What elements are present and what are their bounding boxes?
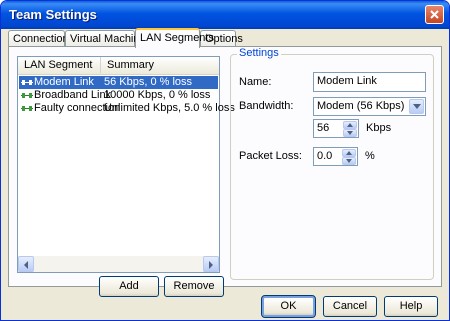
team-settings-dialog: Team Settings Connections Virtual Machin… [0, 0, 450, 321]
chevron-down-icon [346, 159, 352, 163]
segment-summary: 56 Kbps, 0 % loss [104, 76, 193, 88]
bandwidth-value: 56 [317, 122, 330, 134]
network-link-icon [21, 80, 33, 85]
list-item[interactable]: Modem Link 56 Kbps, 0 % loss [19, 76, 218, 89]
list-item[interactable]: Faulty connection Unlimited Kbps, 5.0 % … [19, 102, 235, 115]
packet-loss-value: 0.0 [317, 150, 333, 162]
chevron-right-icon [209, 261, 213, 269]
bandwidth-dropdown-button[interactable] [409, 99, 424, 114]
settings-group: Settings Name: Modem Link Bandwidth: Mod… [230, 47, 434, 280]
name-label: Name: [239, 76, 272, 88]
window-title: Team Settings [9, 7, 97, 22]
network-link-icon [21, 93, 33, 98]
close-icon [430, 10, 439, 19]
segment-summary: 10000 Kbps, 0 % loss [104, 89, 211, 101]
chevron-up-icon [346, 151, 352, 155]
network-link-icon [21, 106, 33, 111]
bandwidth-dropdown[interactable]: Modem (56 Kbps) [313, 97, 426, 116]
horizontal-scrollbar[interactable] [18, 256, 219, 272]
segment-name: Modem Link [34, 76, 94, 88]
tab-label: LAN Segments [140, 32, 214, 44]
cancel-button[interactable]: Cancel [323, 296, 377, 317]
bandwidth-up-button[interactable] [343, 121, 357, 129]
ok-button[interactable]: OK [261, 295, 316, 318]
column-header-summary[interactable]: Summary [101, 57, 219, 73]
lan-segments-panel: LAN Segment Summary Modem Link 56 Kbps, … [8, 46, 442, 297]
list-item[interactable]: Broadband Link 10000 Kbps, 0 % loss [19, 89, 218, 102]
chevron-down-icon [413, 104, 421, 109]
scroll-right-button[interactable] [203, 256, 219, 272]
name-field[interactable]: Modem Link [313, 72, 426, 92]
segment-name: Broadband Link [34, 89, 112, 101]
list-header: LAN Segment Summary [18, 57, 219, 75]
close-button[interactable] [425, 5, 444, 24]
packet-loss-up-button[interactable] [342, 149, 356, 157]
chevron-left-icon [24, 261, 28, 269]
segment-summary: Unlimited Kbps, 5.0 % loss [104, 102, 235, 114]
tab-lan-segments[interactable]: LAN Segments [135, 28, 214, 48]
bandwidth-label: Bandwidth: [239, 100, 294, 112]
column-header-lan-segment[interactable]: LAN Segment [18, 57, 101, 73]
dialog-body: Connections Virtual Machines LAN Segment… [1, 28, 449, 320]
bandwidth-down-button[interactable] [343, 129, 357, 137]
bandwidth-spinner[interactable]: 56 [313, 119, 359, 138]
settings-group-label: Settings [237, 47, 281, 59]
tab-virtual-machines[interactable]: Virtual Machines [65, 30, 151, 47]
chevron-down-icon [347, 131, 353, 135]
add-button[interactable]: Add [99, 276, 159, 297]
packet-loss-unit: % [365, 150, 375, 162]
tab-connections[interactable]: Connections [8, 30, 74, 47]
help-button[interactable]: Help [384, 296, 438, 317]
packet-loss-spinner[interactable]: 0.0 [313, 147, 358, 166]
chevron-up-icon [347, 123, 353, 127]
bandwidth-unit: Kbps [366, 122, 392, 134]
packet-loss-down-button[interactable] [342, 157, 356, 165]
bandwidth-selected: Modem (56 Kbps) [317, 100, 405, 112]
remove-button[interactable]: Remove [164, 276, 224, 297]
scroll-left-button[interactable] [18, 256, 34, 272]
packet-loss-label: Packet Loss: [239, 150, 302, 162]
lan-segment-list[interactable]: LAN Segment Summary Modem Link 56 Kbps, … [17, 56, 235, 273]
title-bar[interactable]: Team Settings [1, 1, 449, 29]
